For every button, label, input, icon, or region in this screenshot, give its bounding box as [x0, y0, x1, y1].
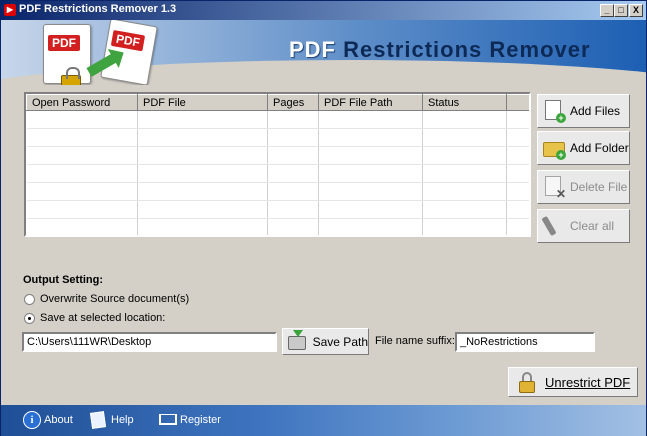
unrestrict-pdf-label: Unrestrict PDF — [545, 374, 631, 390]
save-at-location-radio[interactable] — [24, 312, 35, 324]
help-link[interactable]: Help — [89, 411, 134, 429]
clear-all-button[interactable]: Clear all — [537, 209, 630, 243]
table-row[interactable] — [26, 182, 529, 201]
table-row[interactable] — [26, 146, 529, 165]
delete-file-button[interactable]: ✕ Delete File — [537, 170, 630, 204]
title-bar[interactable]: ▶ PDF Restrictions Remover 1.3 _ □ X — [1, 1, 646, 20]
table-row[interactable] — [26, 164, 529, 183]
close-button[interactable]: X — [629, 4, 643, 17]
window-title: PDF Restrictions Remover 1.3 — [19, 3, 177, 15]
lock-icon — [61, 67, 81, 85]
banner-title: PDF Restrictions Remover — [289, 37, 591, 62]
file-list-table[interactable]: Open Password PDF File Pages PDF File Pa… — [24, 92, 531, 237]
suffix-field[interactable]: _NoRestrictions — [455, 332, 595, 352]
table-row[interactable] — [26, 218, 529, 235]
header-banner: PDF PDF PDF Restrictions Remover — [1, 20, 646, 85]
table-row[interactable] — [26, 200, 529, 219]
suffix-label: File name suffix: — [375, 335, 455, 347]
footer-bar: i About Help Register — [1, 405, 646, 436]
column-header-pages[interactable]: Pages — [267, 94, 319, 111]
padlock-icon — [517, 371, 537, 393]
add-folder-button[interactable]: + Add Folder — [537, 131, 630, 165]
column-header-pdf-file-path[interactable]: PDF File Path — [318, 94, 423, 111]
cart-icon — [159, 411, 177, 429]
column-header-open-password[interactable]: Open Password — [26, 94, 138, 111]
table-row[interactable] — [26, 110, 529, 129]
add-folder-icon: + — [542, 136, 566, 160]
delete-file-label: Delete File — [570, 180, 628, 194]
column-header-pdf-file[interactable]: PDF File — [137, 94, 268, 111]
save-disk-icon — [287, 329, 308, 352]
add-files-label: Add Files — [570, 104, 621, 118]
app-icon: ▶ — [4, 4, 16, 16]
table-header-row: Open Password PDF File Pages PDF File Pa… — [26, 94, 529, 111]
about-link[interactable]: i About — [23, 411, 73, 429]
maximize-button[interactable]: □ — [614, 4, 628, 17]
output-setting-heading: Output Setting: — [23, 274, 104, 286]
info-icon: i — [23, 411, 41, 429]
overwrite-label[interactable]: Overwrite Source document(s) — [40, 293, 189, 305]
help-icon — [89, 411, 108, 429]
save-path-label: Save Path — [312, 334, 368, 349]
app-window: ▶ PDF Restrictions Remover 1.3 _ □ X PDF… — [0, 0, 647, 436]
broom-icon — [541, 214, 566, 238]
save-at-location-option[interactable]: Save at selected location: — [24, 312, 165, 324]
delete-file-icon: ✕ — [542, 175, 566, 200]
unrestrict-pdf-button[interactable]: Unrestrict PDF — [508, 367, 638, 397]
add-files-button[interactable]: + Add Files — [537, 94, 630, 128]
output-path-field[interactable]: C:\Users\111WR\Desktop — [22, 332, 277, 352]
overwrite-option[interactable]: Overwrite Source document(s) — [24, 293, 189, 305]
add-folder-label: Add Folder — [570, 141, 629, 155]
register-label: Register — [180, 414, 221, 426]
minimize-button[interactable]: _ — [600, 4, 614, 17]
about-label: About — [44, 414, 73, 426]
save-at-location-label[interactable]: Save at selected location: — [40, 312, 165, 324]
overwrite-radio[interactable] — [24, 293, 35, 305]
add-file-icon: + — [542, 99, 566, 123]
save-path-button[interactable]: Save Path — [282, 328, 369, 355]
table-row[interactable] — [26, 128, 529, 147]
column-header-status[interactable]: Status — [422, 94, 507, 111]
column-header-extra[interactable] — [506, 94, 529, 111]
register-link[interactable]: Register — [159, 411, 221, 429]
clear-all-label: Clear all — [570, 219, 615, 233]
help-label: Help — [111, 414, 134, 426]
